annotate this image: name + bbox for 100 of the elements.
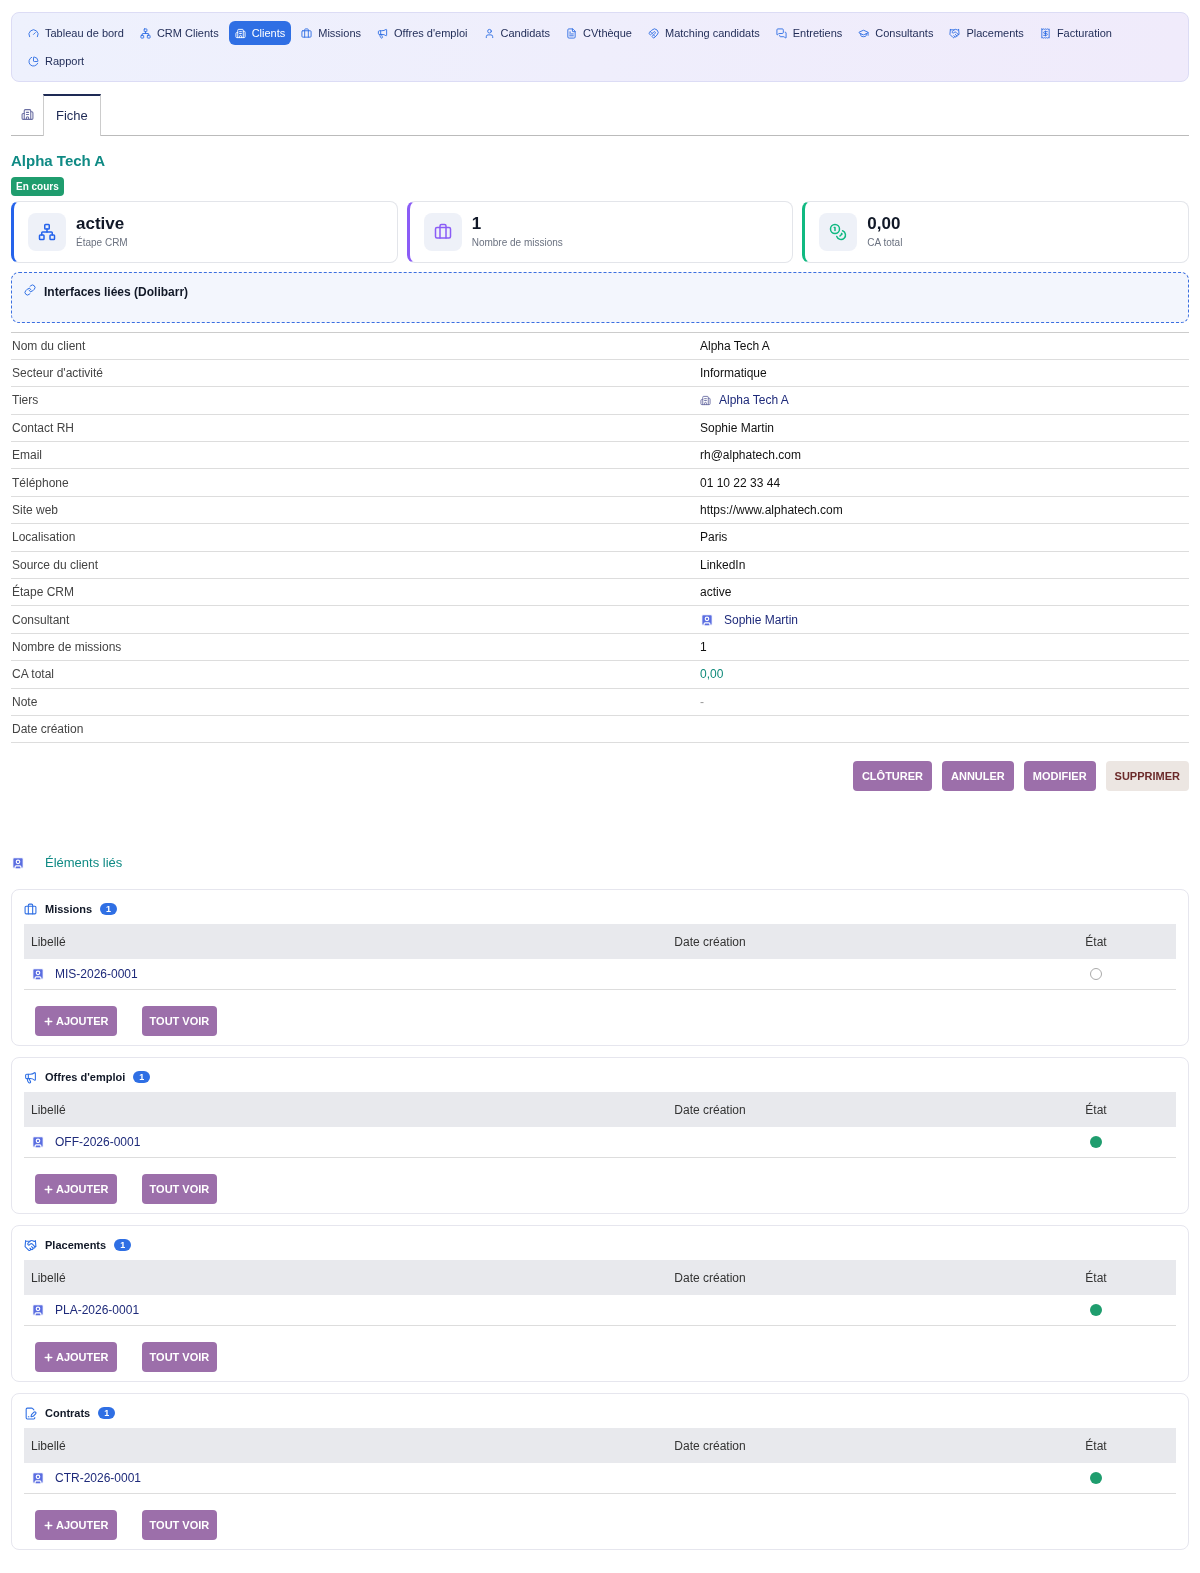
field-label: Site web bbox=[11, 502, 60, 520]
column-header: Libellé bbox=[30, 1101, 67, 1119]
invoice-icon bbox=[1039, 27, 1051, 39]
column-header: État bbox=[1084, 933, 1108, 951]
graduate-icon bbox=[858, 27, 870, 39]
megaphone-icon bbox=[377, 27, 389, 39]
count-badge: 1 bbox=[133, 1071, 151, 1084]
handshake-icon bbox=[24, 1238, 37, 1252]
user-icon bbox=[11, 856, 25, 871]
field-value: Alpha Tech A bbox=[700, 337, 770, 355]
briefcase-icon bbox=[24, 902, 37, 916]
record-link[interactable]: CTR-2026-0001 bbox=[24, 1469, 404, 1488]
field-label: Téléphone bbox=[11, 474, 70, 492]
field-value: LinkedIn bbox=[700, 556, 746, 574]
nav-link[interactable]: CVthèque bbox=[560, 21, 638, 45]
section-button[interactable]: TOUT VOIR bbox=[141, 1342, 218, 1373]
nav-link[interactable]: Placements bbox=[943, 21, 1030, 45]
chat-icon bbox=[775, 27, 787, 39]
user-icon bbox=[31, 1471, 45, 1486]
section-button[interactable]: AJOUTER bbox=[35, 1510, 117, 1541]
stat-value: 0,00 bbox=[867, 213, 902, 235]
briefcase-icon bbox=[433, 222, 452, 241]
user-icon bbox=[483, 27, 495, 39]
building-icon bbox=[700, 394, 711, 406]
section-button[interactable]: AJOUTER bbox=[35, 1342, 117, 1373]
field-label: Date création bbox=[11, 721, 85, 739]
user-icon bbox=[700, 612, 714, 627]
magnet-icon bbox=[648, 27, 659, 39]
field-value: 01 10 22 33 44 bbox=[700, 474, 781, 492]
consultant-link[interactable]: Sophie Martin bbox=[700, 610, 799, 629]
column-header: Libellé bbox=[30, 1437, 67, 1455]
action-button[interactable]: SUPPRIMER bbox=[1105, 761, 1189, 792]
stat-label: Étape CRM bbox=[76, 235, 128, 250]
company-link[interactable]: Alpha Tech A bbox=[700, 391, 789, 410]
nav-link[interactable]: Rapport bbox=[22, 49, 91, 73]
network-icon bbox=[139, 27, 151, 39]
nav-link[interactable]: Facturation bbox=[1033, 21, 1118, 45]
section-button[interactable]: AJOUTER bbox=[35, 1006, 117, 1037]
plus-icon bbox=[43, 1519, 54, 1531]
nav-link[interactable]: Consultants bbox=[852, 21, 940, 45]
field-value: 1 bbox=[700, 639, 707, 656]
nav-link[interactable]: Clients bbox=[228, 21, 292, 45]
nav-link[interactable]: CRM Clients bbox=[133, 21, 225, 45]
field-label: Localisation bbox=[11, 529, 77, 547]
plus-icon bbox=[43, 1351, 54, 1363]
action-button[interactable]: ANNULER bbox=[942, 761, 1014, 792]
link-icon bbox=[24, 283, 36, 296]
record-link[interactable]: PLA-2026-0001 bbox=[24, 1301, 404, 1320]
field-label: Note bbox=[11, 693, 39, 711]
field-label: Consultant bbox=[11, 611, 71, 629]
record-link[interactable]: MIS-2026-0001 bbox=[24, 965, 404, 984]
stat-label: Nombre de missions bbox=[471, 235, 563, 250]
megaphone-icon bbox=[24, 1070, 37, 1084]
nav-link[interactable]: Candidats bbox=[477, 21, 557, 45]
section-button[interactable]: TOUT VOIR bbox=[141, 1006, 218, 1037]
user-icon bbox=[31, 1303, 45, 1318]
action-button[interactable]: MODIFIER bbox=[1023, 761, 1096, 792]
field-value: rh@alphatech.com bbox=[700, 447, 801, 465]
column-header: État bbox=[1084, 1437, 1108, 1455]
field-label: Secteur d'activité bbox=[11, 365, 104, 383]
field-label: Nombre de missions bbox=[11, 639, 123, 656]
tab[interactable]: Fiche bbox=[43, 94, 101, 136]
briefcase-icon bbox=[301, 27, 313, 39]
record-link[interactable]: OFF-2026-0001 bbox=[24, 1133, 404, 1152]
section-button[interactable]: TOUT VOIR bbox=[141, 1510, 218, 1541]
nav-link[interactable]: Entretiens bbox=[769, 21, 849, 45]
column-header: Libellé bbox=[30, 933, 67, 951]
field-value: active bbox=[700, 584, 732, 602]
section-button[interactable]: TOUT VOIR bbox=[141, 1174, 218, 1205]
gauge-icon bbox=[28, 27, 39, 39]
field-label: Contact RH bbox=[11, 419, 76, 437]
field-label: Nom du client bbox=[11, 337, 87, 355]
stat-label: CA total bbox=[867, 235, 903, 250]
card-title: Offres d'emploi bbox=[45, 1069, 126, 1085]
field-label: Tiers bbox=[11, 392, 40, 410]
field-value: https://www.alphatech.com bbox=[700, 502, 843, 520]
plus-icon bbox=[43, 1015, 54, 1027]
column-header: État bbox=[1084, 1269, 1108, 1287]
column-header: Date création bbox=[673, 1437, 747, 1455]
user-icon bbox=[31, 1135, 45, 1150]
nav-link[interactable]: Tableau de bord bbox=[22, 21, 130, 45]
action-button[interactable]: CLÔTURER bbox=[852, 761, 933, 792]
column-header: Date création bbox=[673, 1101, 747, 1119]
card-title: Placements bbox=[45, 1237, 107, 1253]
network-icon bbox=[38, 222, 56, 241]
field-label: Étape CRM bbox=[11, 583, 76, 602]
document-icon bbox=[566, 27, 578, 39]
nav-link[interactable]: Offres d'emploi bbox=[371, 21, 474, 45]
signature-icon bbox=[24, 1406, 37, 1420]
page-title: Alpha Tech A bbox=[11, 151, 107, 171]
stat-value: 1 bbox=[471, 213, 483, 235]
field-label: CA total bbox=[11, 666, 56, 684]
status-badge: En cours bbox=[11, 176, 64, 196]
count-badge: 1 bbox=[98, 1407, 116, 1420]
nav-link[interactable]: Matching candidats bbox=[642, 21, 766, 45]
handshake-icon bbox=[949, 27, 961, 39]
section-button[interactable]: AJOUTER bbox=[35, 1174, 117, 1205]
nav-link[interactable]: Missions bbox=[295, 21, 368, 45]
column-header: Date création bbox=[673, 933, 747, 951]
card-title: Contrats bbox=[45, 1405, 91, 1421]
